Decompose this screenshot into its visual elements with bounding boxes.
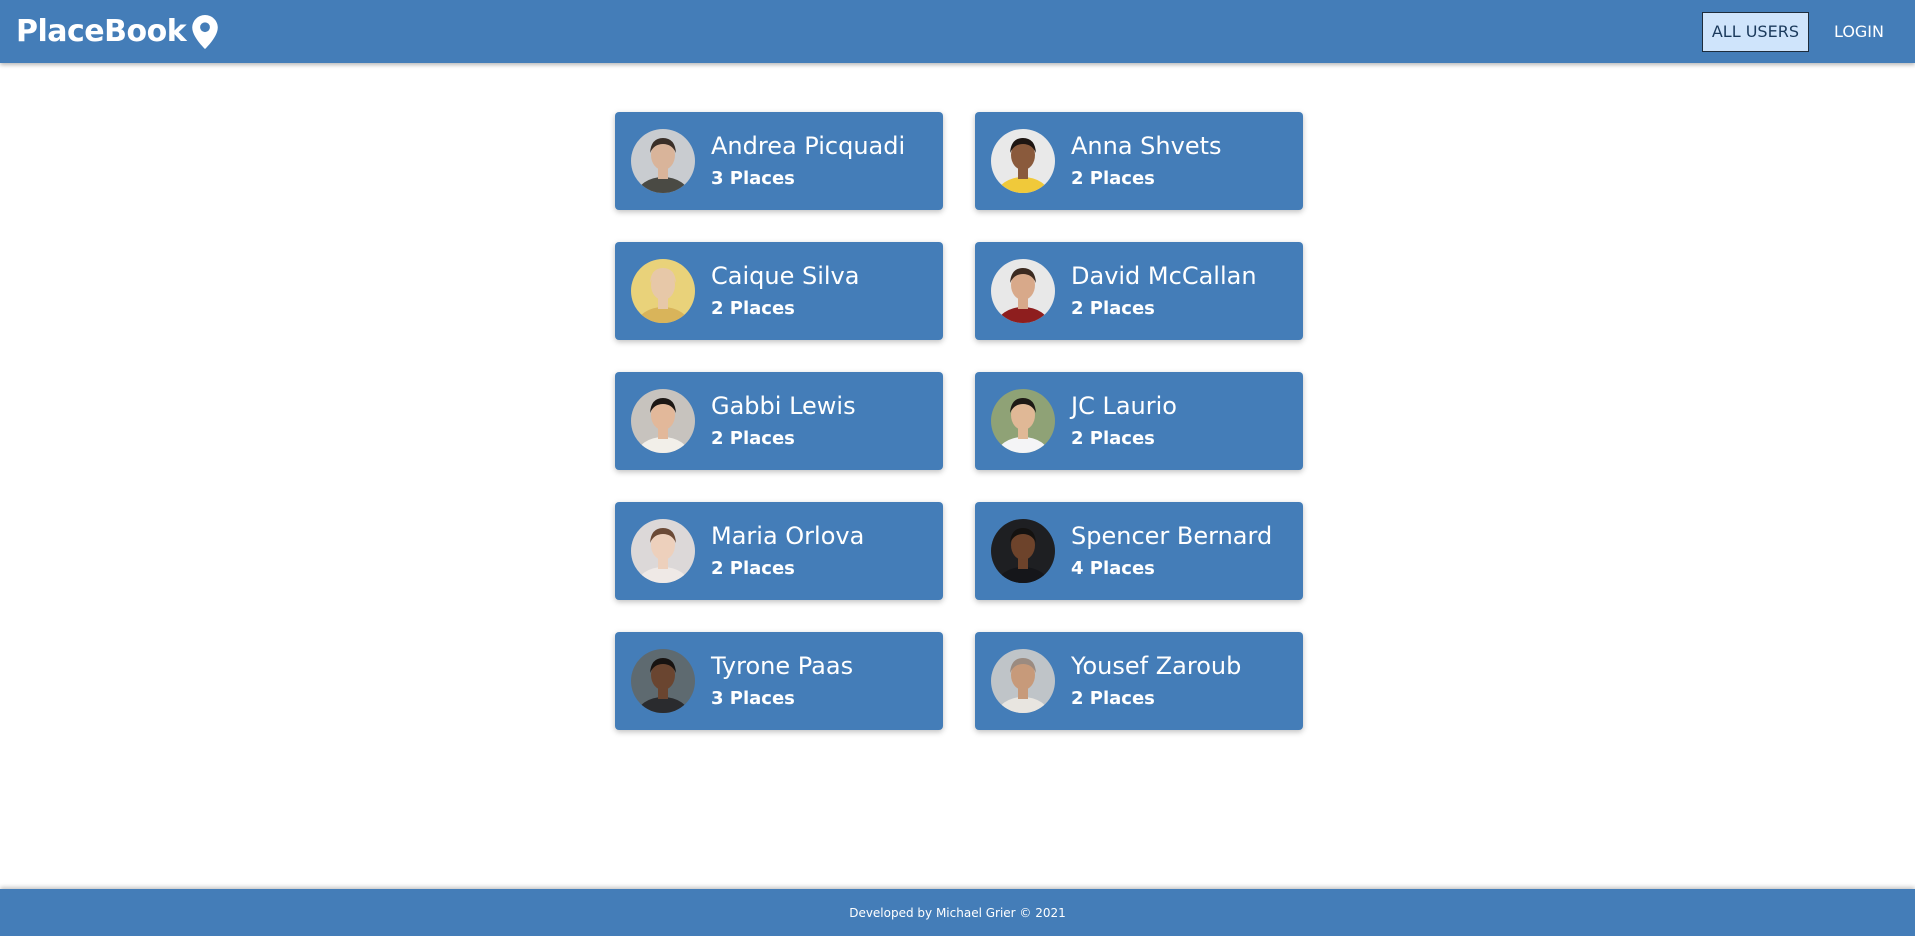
user-avatar: [631, 389, 695, 453]
map-pin-icon: [186, 15, 218, 49]
main-header: PlaceBook ALL USERS LOGIN: [0, 0, 1915, 63]
brand-link[interactable]: PlaceBook: [16, 14, 218, 50]
footer: Developed by Michael Grier © 2021: [0, 889, 1915, 936]
user-place-count: 3 Places: [711, 688, 795, 709]
user-avatar: [991, 259, 1055, 323]
user-name: Anna Shvets: [1071, 132, 1222, 160]
main-nav: ALL USERS LOGIN: [1701, 12, 1915, 52]
user-card[interactable]: David McCallan 2 Places: [975, 242, 1303, 340]
user-place-count: 2 Places: [711, 558, 795, 579]
user-info: Gabbi Lewis 2 Places: [711, 391, 856, 451]
user-avatar: [991, 389, 1055, 453]
user-place-count: 3 Places: [711, 168, 795, 189]
users-grid: Andrea Picquadi 3 Places Anna Shvets 2 Plac…: [615, 112, 1304, 730]
user-card[interactable]: JC Laurio 2 Places: [975, 372, 1303, 470]
user-place-count: 4 Places: [1071, 558, 1155, 579]
user-info: David McCallan 2 Places: [1071, 261, 1257, 321]
user-name: Yousef Zaroub: [1071, 652, 1242, 680]
user-place-count: 2 Places: [1071, 688, 1155, 709]
user-card[interactable]: Spencer Bernard 4 Places: [975, 502, 1303, 600]
user-avatar: [991, 129, 1055, 193]
user-avatar: [991, 649, 1055, 713]
user-avatar: [991, 519, 1055, 583]
user-info: Andrea Picquadi 3 Places: [711, 131, 905, 191]
user-name: JC Laurio: [1071, 392, 1177, 420]
user-info: Anna Shvets 2 Places: [1071, 131, 1222, 191]
user-card[interactable]: Anna Shvets 2 Places: [975, 112, 1303, 210]
nav-login[interactable]: LOGIN: [1825, 13, 1893, 51]
user-info: Spencer Bernard 4 Places: [1071, 521, 1272, 581]
user-place-count: 2 Places: [711, 428, 795, 449]
user-info: Maria Orlova 2 Places: [711, 521, 864, 581]
user-place-count: 2 Places: [1071, 168, 1155, 189]
user-place-count: 2 Places: [1071, 298, 1155, 319]
user-avatar: [631, 259, 695, 323]
user-card[interactable]: Andrea Picquadi 3 Places: [615, 112, 943, 210]
user-card[interactable]: Caique Silva 2 Places: [615, 242, 943, 340]
user-info: Caique Silva 2 Places: [711, 261, 859, 321]
user-card[interactable]: Maria Orlova 2 Places: [615, 502, 943, 600]
user-info: Yousef Zaroub 2 Places: [1071, 651, 1241, 711]
user-info: JC Laurio 2 Places: [1071, 391, 1177, 451]
user-card[interactable]: Gabbi Lewis 2 Places: [615, 372, 943, 470]
footer-credit: Developed by Michael Grier © 2021: [849, 905, 1066, 920]
user-info: Tyrone Paas 3 Places: [711, 651, 853, 711]
user-place-count: 2 Places: [711, 298, 795, 319]
user-name: Caique Silva: [711, 262, 860, 290]
user-name: David McCallan: [1071, 262, 1257, 290]
user-card[interactable]: Yousef Zaroub 2 Places: [975, 632, 1303, 730]
user-avatar: [631, 649, 695, 713]
user-avatar: [631, 519, 695, 583]
user-name: Maria Orlova: [711, 522, 865, 550]
user-name: Andrea Picquadi: [711, 132, 906, 160]
user-avatar: [631, 129, 695, 193]
user-card[interactable]: Tyrone Paas 3 Places: [615, 632, 943, 730]
user-name: Gabbi Lewis: [711, 392, 856, 420]
user-name: Tyrone Paas: [711, 652, 854, 680]
user-place-count: 2 Places: [1071, 428, 1155, 449]
nav-all-users[interactable]: ALL USERS: [1701, 12, 1809, 52]
user-name: Spencer Bernard: [1071, 522, 1273, 550]
brand-title: PlaceBook: [16, 14, 187, 49]
